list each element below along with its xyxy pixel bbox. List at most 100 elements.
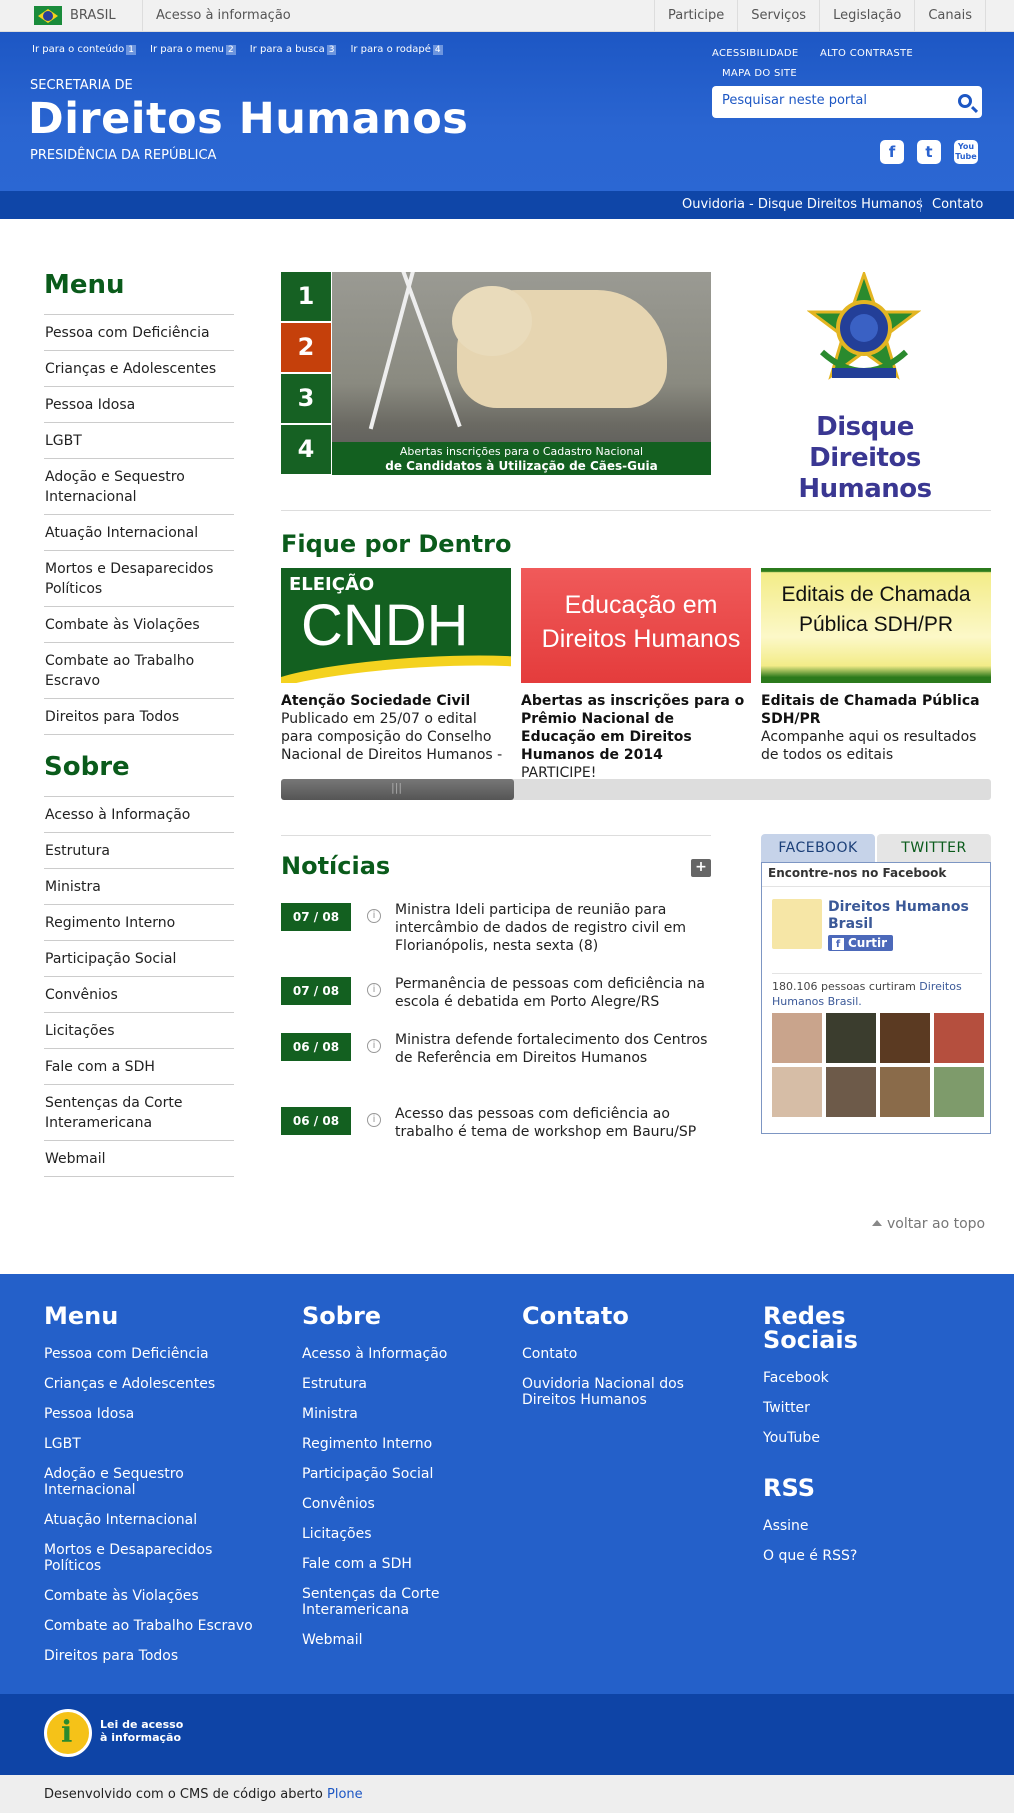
carousel-caption[interactable]: Abertas inscrições para o Cadastro Nacio…: [332, 442, 711, 475]
acessibilidade-link[interactable]: ACESSIBILIDADE: [712, 48, 799, 59]
carousel-page-2[interactable]: 2: [281, 323, 331, 372]
sidebar-item-trabalho-escravo[interactable]: Combate ao Trabalho Escravo: [44, 642, 234, 698]
sidebar-item-acesso[interactable]: Acesso à Informação: [44, 796, 234, 832]
fan-avatar[interactable]: [772, 1013, 822, 1063]
sidebar-item-mortos[interactable]: Mortos e Desaparecidos Políticos: [44, 550, 234, 606]
search-icon[interactable]: [958, 94, 972, 108]
carousel-scrollbar[interactable]: [281, 779, 991, 800]
footer-link[interactable]: Ministra: [302, 1406, 492, 1422]
sidebar-item-webmail[interactable]: Webmail: [44, 1140, 234, 1177]
fique-card[interactable]: Editais de Chamada Pública SDH/PR Editai…: [761, 568, 991, 764]
like-button[interactable]: f Curtir: [828, 935, 894, 951]
editais-image[interactable]: Editais de Chamada Pública SDH/PR: [761, 568, 991, 683]
sidebar-item-ministra[interactable]: Ministra: [44, 868, 234, 904]
disque-banner[interactable]: Disque Direitos Humanos: [745, 272, 985, 504]
carousel-page-1[interactable]: 1: [281, 272, 331, 321]
footer-link[interactable]: Regimento Interno: [302, 1436, 492, 1452]
sidebar-item-sentencas[interactable]: Sentenças da Corte Interamericana: [44, 1084, 234, 1140]
skip-search-link[interactable]: Ir para a busca 3: [250, 44, 337, 55]
sidebar-item-fale[interactable]: Fale com a SDH: [44, 1048, 234, 1084]
info-icon[interactable]: i: [367, 983, 381, 997]
carousel-page-4[interactable]: 4: [281, 425, 331, 474]
ouvidoria-link[interactable]: Ouvidoria - Disque Direitos Humanos: [682, 197, 923, 212]
canais-link[interactable]: Canais: [914, 0, 986, 32]
footer-link[interactable]: Pessoa Idosa: [44, 1406, 264, 1422]
lai-label[interactable]: Lei de acesso à informação: [100, 1718, 183, 1744]
footer-link[interactable]: Twitter: [763, 1400, 943, 1416]
footer-link[interactable]: Combate às Violações: [44, 1588, 264, 1604]
sidebar-item-participacao[interactable]: Participação Social: [44, 940, 234, 976]
footer-link[interactable]: Adoção e Sequestro Internacional: [44, 1466, 264, 1498]
footer-link[interactable]: Crianças e Adolescentes: [44, 1376, 264, 1392]
footer-link[interactable]: Fale com a SDH: [302, 1556, 492, 1572]
footer-link[interactable]: LGBT: [44, 1436, 264, 1452]
info-icon[interactable]: i: [367, 1113, 381, 1127]
info-icon[interactable]: i: [367, 909, 381, 923]
footer-link[interactable]: Mortos e Desaparecidos Políticos: [44, 1542, 264, 1574]
footer-link[interactable]: Facebook: [763, 1370, 943, 1386]
sidebar-item-criancas[interactable]: Crianças e Adolescentes: [44, 350, 234, 386]
footer-link[interactable]: YouTube: [763, 1430, 943, 1446]
facebook-page-name[interactable]: Direitos Humanos Brasil: [828, 899, 978, 933]
youtube-icon[interactable]: You Tube: [954, 140, 978, 164]
footer-link[interactable]: Pessoa com Deficiência: [44, 1346, 264, 1362]
skip-footer-link[interactable]: Ir para o rodapé 4: [350, 44, 443, 55]
footer-link[interactable]: Ouvidoria Nacional dos Direitos Humanos: [522, 1376, 702, 1408]
plone-link[interactable]: Plone: [327, 1787, 363, 1802]
sidebar-item-combate-violacoes[interactable]: Combate às Violações: [44, 606, 234, 642]
fique-card[interactable]: ELEIÇÃO CNDH Atenção Sociedade Civil Pub…: [281, 568, 511, 764]
acesso-informacao-link[interactable]: Acesso à informação: [156, 8, 291, 23]
back-to-top-link[interactable]: voltar ao topo: [872, 1216, 985, 1232]
scrollbar-thumb[interactable]: [281, 779, 514, 800]
cndh-image[interactable]: ELEIÇÃO CNDH: [281, 568, 511, 683]
sidebar-item-atuacao[interactable]: Atuação Internacional: [44, 514, 234, 550]
footer-link[interactable]: Atuação Internacional: [44, 1512, 264, 1528]
sidebar-item-adocao[interactable]: Adoção e Sequestro Internacional: [44, 458, 234, 514]
footer-link[interactable]: Assine: [763, 1518, 943, 1534]
servicos-link[interactable]: Serviços: [737, 0, 819, 32]
sidebar-item-licitacoes[interactable]: Licitações: [44, 1012, 234, 1048]
site-title[interactable]: Direitos Humanos: [28, 94, 468, 144]
alto-contraste-link[interactable]: ALTO CONTRASTE: [820, 48, 913, 59]
info-icon[interactable]: i: [367, 1039, 381, 1053]
footer-link[interactable]: Webmail: [302, 1632, 492, 1648]
carousel-page-3[interactable]: 3: [281, 374, 331, 423]
sidebar-item-direitos-todos[interactable]: Direitos para Todos: [44, 698, 234, 735]
card-title[interactable]: Atenção Sociedade Civil: [281, 692, 511, 710]
sidebar-item-lgbt[interactable]: LGBT: [44, 422, 234, 458]
card-title[interactable]: Editais de Chamada Pública SDH/PR: [761, 692, 991, 728]
fan-avatar[interactable]: [772, 1067, 822, 1117]
fan-avatar[interactable]: [880, 1067, 930, 1117]
footer-link[interactable]: Convênios: [302, 1496, 492, 1512]
fique-card[interactable]: Educação em Direitos Humanos Abertas as …: [521, 568, 751, 782]
page-logo[interactable]: [772, 899, 822, 949]
sidebar-item-estrutura[interactable]: Estrutura: [44, 832, 234, 868]
fan-avatar[interactable]: [880, 1013, 930, 1063]
fan-avatar[interactable]: [826, 1013, 876, 1063]
tab-facebook[interactable]: FACEBOOK: [761, 834, 875, 862]
educacao-image[interactable]: Educação em Direitos Humanos: [521, 568, 751, 683]
twitter-icon[interactable]: t: [917, 140, 941, 164]
fan-avatar[interactable]: [934, 1013, 984, 1063]
sidebar-item-pessoa-deficiencia[interactable]: Pessoa com Deficiência: [44, 314, 234, 350]
news-title[interactable]: Acesso das pessoas com deficiência ao tr…: [395, 1105, 711, 1141]
card-title[interactable]: Abertas as inscrições para o Prêmio Naci…: [521, 692, 751, 764]
tab-twitter[interactable]: TWITTER: [877, 834, 991, 862]
sidebar-item-regimento[interactable]: Regimento Interno: [44, 904, 234, 940]
skip-menu-link[interactable]: Ir para o menu 2: [150, 44, 236, 55]
participe-link[interactable]: Participe: [653, 0, 737, 32]
footer-link[interactable]: Direitos para Todos: [44, 1648, 264, 1664]
news-title[interactable]: Permanência de pessoas com deficiência n…: [395, 975, 711, 1011]
footer-link[interactable]: Participação Social: [302, 1466, 492, 1482]
footer-link[interactable]: O que é RSS?: [763, 1548, 943, 1564]
brasil-link[interactable]: BRASIL: [70, 8, 116, 23]
facebook-icon[interactable]: f: [880, 140, 904, 164]
brazil-flag-icon[interactable]: [34, 6, 62, 25]
search-input[interactable]: [722, 93, 942, 108]
sidebar-item-convenios[interactable]: Convênios: [44, 976, 234, 1012]
footer-link[interactable]: Contato: [522, 1346, 702, 1362]
more-news-button[interactable]: +: [691, 859, 711, 877]
legislacao-link[interactable]: Legislação: [819, 0, 914, 32]
footer-link[interactable]: Sentenças da Corte Interamericana: [302, 1586, 492, 1618]
mapa-site-link[interactable]: MAPA DO SITE: [722, 68, 797, 79]
